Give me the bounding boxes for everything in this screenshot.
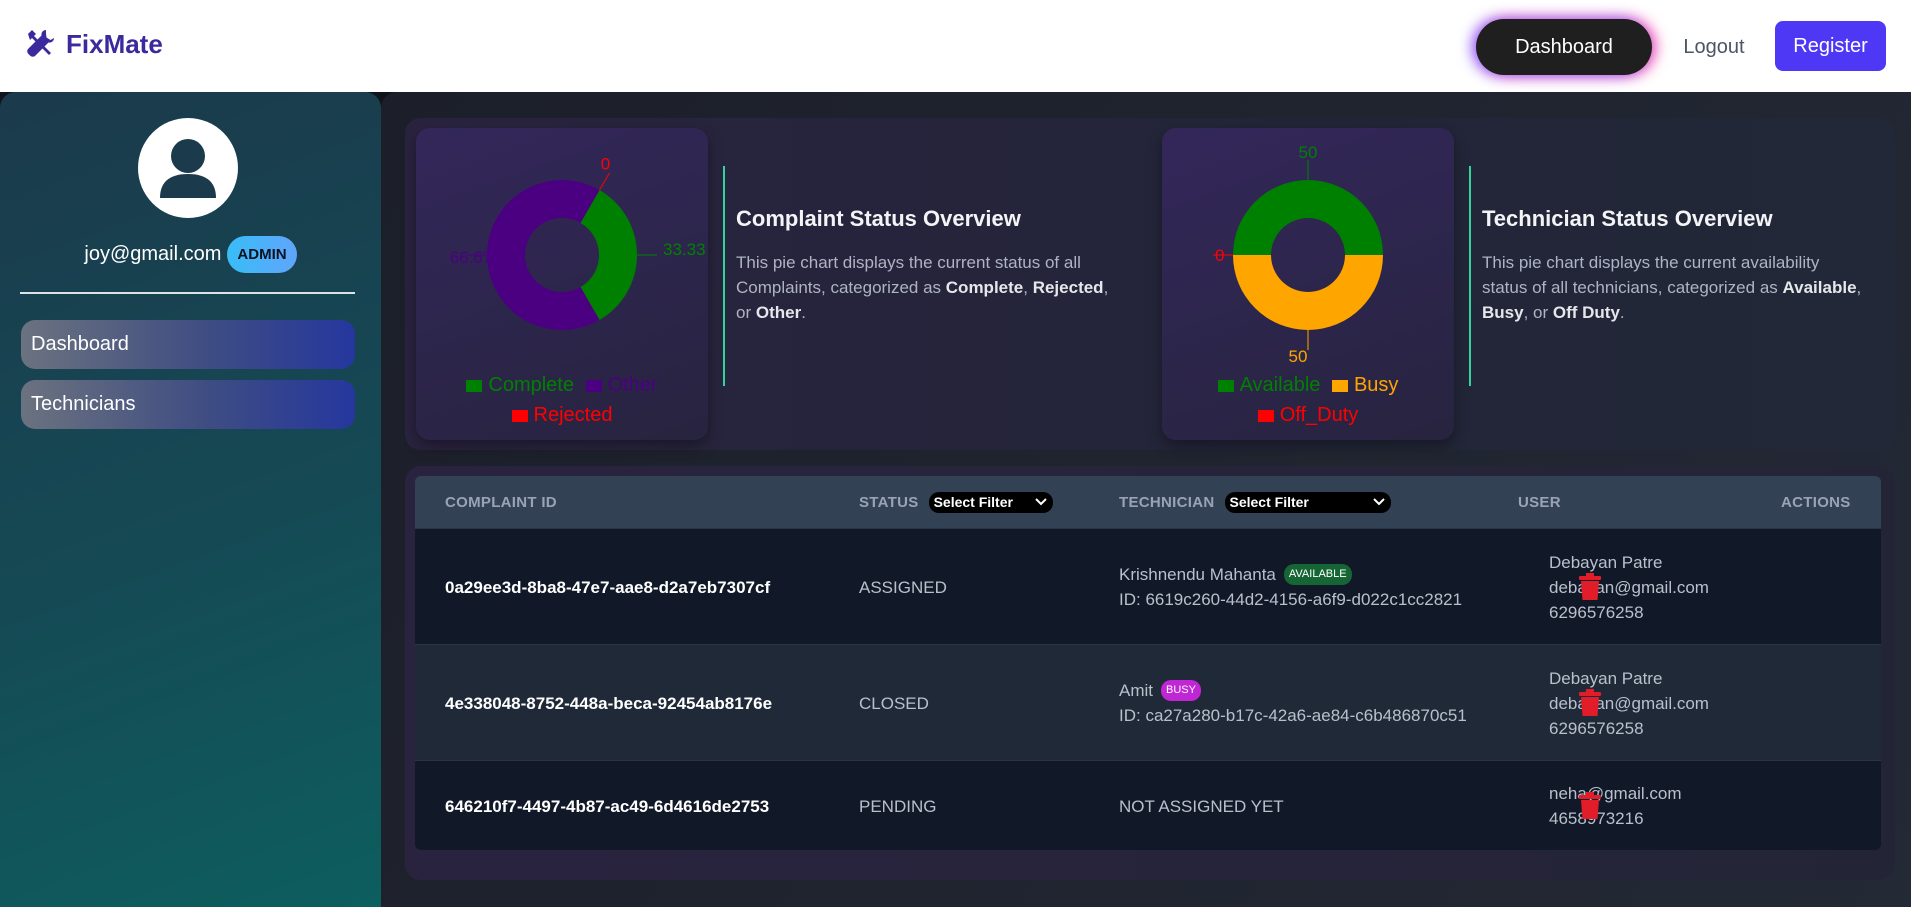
technician-chart-title: Technician Status Overview	[1482, 206, 1773, 231]
table-row: 4e338048-8752-448a-beca-92454ab8176e CLO…	[415, 644, 1881, 760]
slice-value-label: 33.33	[663, 240, 706, 259]
complaint-status: PENDING	[859, 796, 937, 816]
pie-slice-complete[interactable]	[580, 190, 638, 320]
complaint-status-pie-chart: 33.33 66.67 0	[450, 154, 706, 330]
technician-chart-description: Technician Status Overview This pie char…	[1469, 166, 1869, 386]
sidebar-item-dashboard[interactable]: Dashboard	[21, 320, 355, 369]
charts-panel: 33.33 66.67 0 Complete Other Rejected Comp…	[405, 118, 1895, 450]
technician-id: ID: 6619c260-44d2-4156-a6f9-d022c1cc2821	[1119, 590, 1463, 609]
slice-leader-line	[599, 172, 610, 191]
legend-item-busy[interactable]: Busy	[1331, 374, 1398, 396]
legend-item-available[interactable]: Available	[1217, 374, 1320, 396]
trash-icon[interactable]	[1579, 792, 1601, 819]
technician-filter-select[interactable]: Select Filter	[1224, 491, 1391, 513]
technician-unassigned: NOT ASSIGNED YET	[1119, 796, 1284, 816]
brand-logo[interactable]: FixMate	[24, 28, 163, 60]
complaints-table: COMPLAINT ID STATUS Select Filter TECHNI…	[415, 476, 1881, 850]
user-name: Debayan Patre	[1549, 552, 1663, 572]
user-email: joy@gmail.com	[84, 243, 222, 265]
legend-item-other[interactable]: Other	[585, 374, 658, 396]
pie-slice-other[interactable]	[487, 180, 600, 330]
user-email: debayan@gmail.com	[1549, 693, 1709, 713]
table-row: 0a29ee3d-8ba8-47e7-aae8-d2a7eb7307cf ASS…	[415, 528, 1881, 644]
slice-value-label: 50	[1299, 143, 1318, 162]
pie-slice-available[interactable]	[1233, 180, 1383, 255]
nav-logout-link[interactable]: Logout	[1660, 19, 1768, 75]
technician-name: Amit	[1119, 681, 1153, 700]
technician-status-badge: BUSY	[1161, 680, 1201, 701]
chevron-down-icon	[1372, 498, 1385, 506]
user-info: joy@gmail.com ADMIN	[0, 236, 381, 273]
complaint-chart-description: Complaint Status Overview This pie chart…	[723, 166, 1123, 386]
header-actions: ACTIONS	[1781, 493, 1851, 511]
nav-register-button[interactable]: Register	[1775, 21, 1886, 71]
header-user: USER	[1518, 493, 1561, 511]
complaint-chart-title: Complaint Status Overview	[736, 206, 1021, 231]
technician-id: ID: ca27a280-b17c-42a6-ae84-c6b486870c51	[1119, 706, 1467, 725]
header-technician: TECHNICIAN Select Filter	[1119, 476, 1391, 528]
complaint-id: 4e338048-8752-448a-beca-92454ab8176e	[445, 693, 773, 713]
table-header: COMPLAINT ID STATUS Select Filter TECHNI…	[415, 476, 1881, 528]
complaint-id: 0a29ee3d-8ba8-47e7-aae8-d2a7eb7307cf	[445, 577, 771, 597]
tools-icon	[27, 30, 54, 57]
user-info-cell: Debayan Patre debayan@gmail.com 62965762…	[1549, 645, 1709, 761]
app-name: FixMate	[66, 28, 163, 59]
user-email: debayan@gmail.com	[1549, 577, 1709, 597]
user-phone: 4658973216	[1549, 806, 1682, 831]
complaint-chart-text: This pie chart displays the current stat…	[736, 253, 1109, 322]
user-name: Debayan Patre	[1549, 668, 1663, 688]
complaints-table-panel: COMPLAINT ID STATUS Select Filter TECHNI…	[405, 466, 1895, 880]
header-status: STATUS Select Filter	[859, 476, 1053, 528]
technician-info: Krishnendu Mahanta AVAILABLE ID: 6619c260…	[1119, 529, 1462, 645]
user-phone: 6296576258	[1549, 602, 1644, 622]
role-badge: ADMIN	[227, 236, 297, 273]
top-navbar: FixMate Dashboard Logout Register	[0, 0, 1911, 92]
legend-item-off-duty[interactable]: Off_Duty	[1257, 404, 1358, 426]
pie-slice-busy[interactable]	[1233, 255, 1383, 330]
sidebar-item-technicians[interactable]: Technicians	[21, 380, 355, 429]
header-complaint-id: COMPLAINT ID	[445, 493, 557, 511]
user-phone: 6296576258	[1549, 718, 1644, 738]
avatar	[138, 118, 238, 218]
technician-name: Krishnendu Mahanta	[1119, 565, 1276, 584]
technician-chart-legend: Available Busy	[1162, 374, 1454, 397]
legend-item-rejected[interactable]: Rejected	[511, 404, 612, 426]
complaint-id: 646210f7-4497-4b87-ac49-6d4616de2753	[445, 796, 770, 816]
slice-value-label: 66.67	[450, 248, 493, 267]
trash-icon[interactable]	[1579, 573, 1601, 600]
technician-chart-text: This pie chart displays the current avai…	[1482, 253, 1862, 322]
status-filter-select[interactable]: Select Filter	[928, 491, 1053, 513]
sidebar-divider	[20, 292, 355, 294]
technician-status-badge: AVAILABLE	[1283, 564, 1352, 585]
user-info-cell: neha@gmail.com 4658973216	[1549, 761, 1682, 851]
technician-status-pie-chart: 50 50 0	[1213, 143, 1383, 366]
technician-info: Amit BUSY ID: ca27a280-b17c-42a6-ae84-c6b…	[1119, 645, 1467, 761]
user-avatar-icon	[160, 139, 216, 198]
complaint-status: ASSIGNED	[859, 577, 947, 597]
complaint-chart-card: 33.33 66.67 0 Complete Other Rejected	[416, 128, 708, 440]
chevron-down-icon	[1034, 498, 1047, 506]
slice-value-label: 0	[601, 154, 610, 173]
complaint-status: CLOSED	[859, 693, 929, 713]
legend-item-complete[interactable]: Complete	[466, 374, 574, 396]
sidebar: joy@gmail.com ADMIN Dashboard Technician…	[0, 92, 381, 907]
nav-dashboard-button[interactable]: Dashboard	[1476, 19, 1652, 75]
trash-icon[interactable]	[1579, 689, 1601, 716]
slice-value-label: 50	[1289, 347, 1308, 366]
slice-value-label: 0	[1215, 246, 1224, 265]
user-info-cell: Debayan Patre debayan@gmail.com 62965762…	[1549, 529, 1709, 645]
technician-chart-card: 50 50 0 Available Busy Off_Duty	[1162, 128, 1454, 440]
user-email: neha@gmail.com	[1549, 784, 1682, 803]
table-row: 646210f7-4497-4b87-ac49-6d4616de2753 PEN…	[415, 760, 1881, 850]
main-content: 33.33 66.67 0 Complete Other Rejected Comp…	[381, 92, 1911, 907]
complaint-chart-legend: Complete Other	[416, 374, 708, 397]
